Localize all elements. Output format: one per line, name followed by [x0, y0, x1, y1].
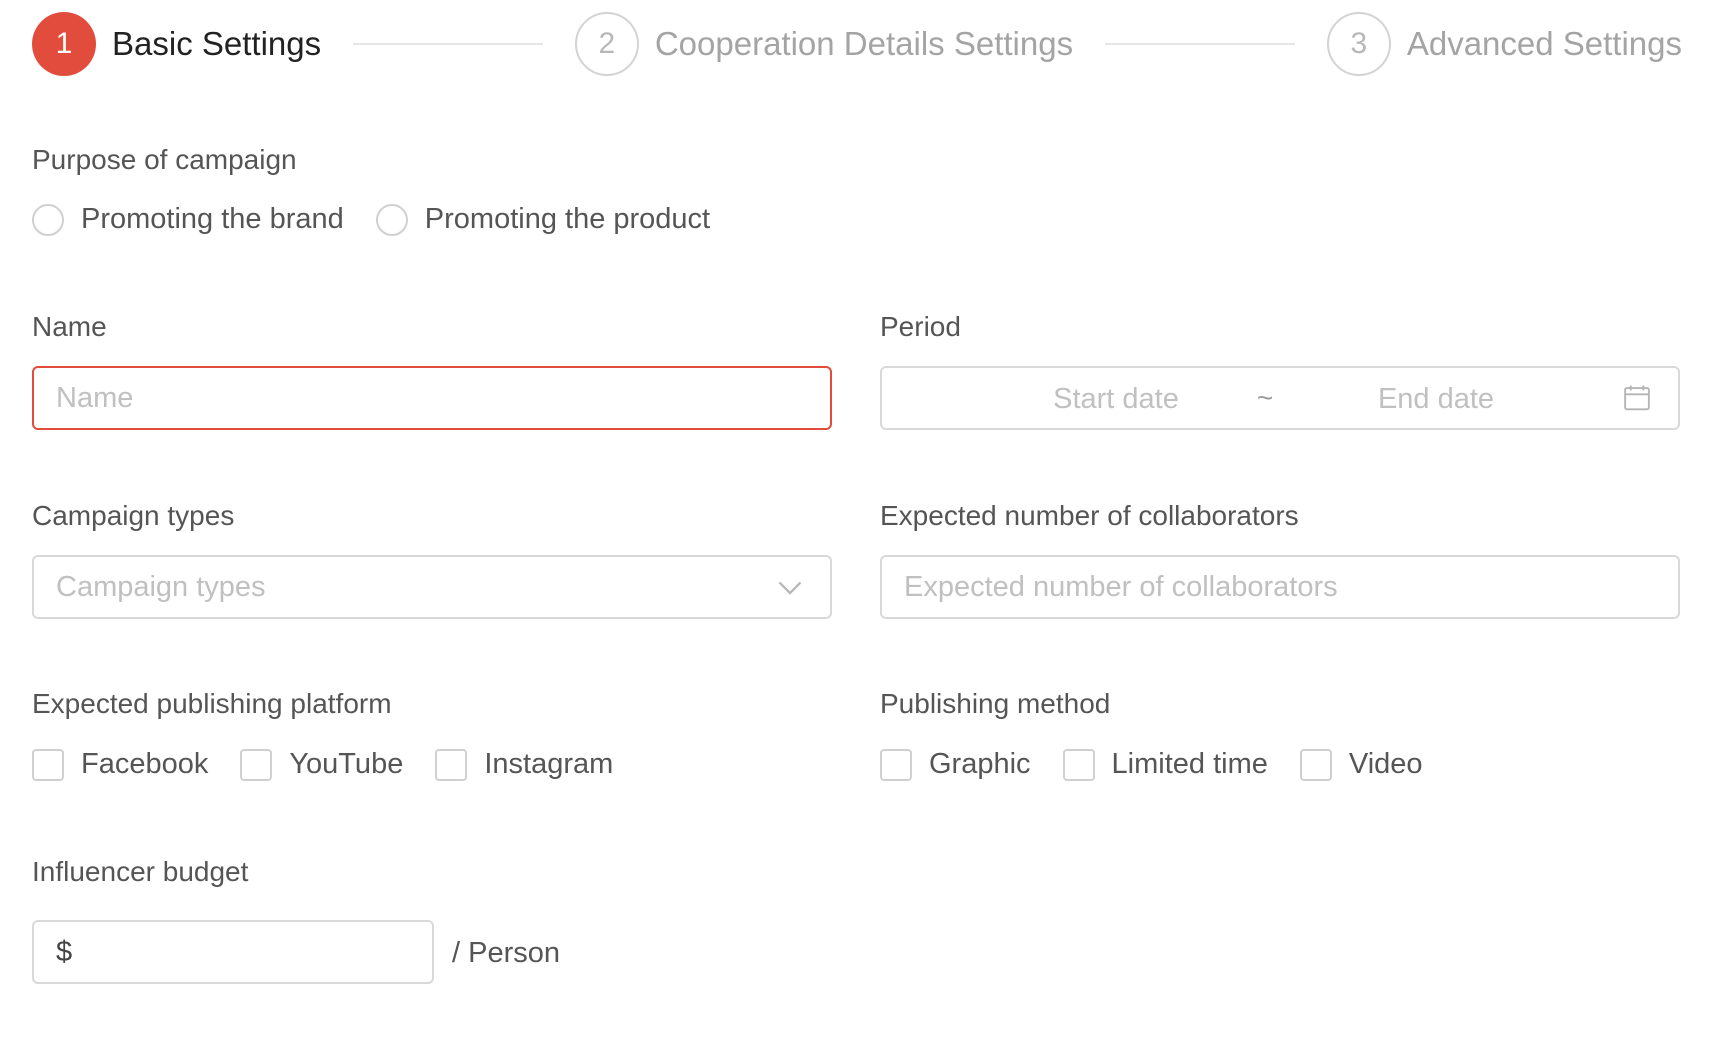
chevron-down-icon	[778, 581, 802, 595]
checkbox-icon[interactable]	[435, 748, 468, 781]
checkbox-label: YouTube	[289, 748, 404, 780]
end-date-input[interactable]: End date	[1302, 383, 1570, 416]
checkbox-icon[interactable]	[1062, 748, 1095, 781]
radio-label: Promoting the product	[424, 203, 711, 235]
step-number-2: 2	[574, 12, 639, 76]
platform-label: Expected publishing platform	[32, 688, 392, 719]
step-basic-settings[interactable]: 1 Basic Settings	[32, 12, 321, 76]
name-label: Name	[32, 311, 107, 342]
checkbox-youtube[interactable]: YouTube	[240, 748, 403, 781]
step-label-basic-settings: Basic Settings	[112, 25, 322, 62]
checkbox-graphic[interactable]: Graphic	[880, 748, 1031, 781]
checkbox-label: Limited time	[1111, 748, 1268, 780]
step-connector	[353, 43, 543, 45]
checkbox-instagram[interactable]: Instagram	[435, 748, 613, 781]
checkbox-icon[interactable]	[880, 748, 912, 781]
name-input-wrapper	[32, 366, 832, 430]
checkbox-video[interactable]: Video	[1299, 748, 1423, 781]
radio-label: Promoting the brand	[81, 203, 344, 235]
budget-suffix: / Person	[452, 937, 560, 969]
step-number-3: 3	[1326, 12, 1391, 76]
step-number-1: 1	[32, 12, 96, 76]
checkbox-icon[interactable]	[32, 748, 64, 781]
checkbox-label: Video	[1348, 748, 1423, 780]
step-label-cooperation-details: Cooperation Details Settings	[654, 25, 1074, 62]
checkbox-limited-time[interactable]: Limited time	[1062, 748, 1268, 781]
step-cooperation-details[interactable]: 2 Cooperation Details Settings	[574, 12, 1074, 76]
name-input[interactable]	[34, 368, 830, 428]
purpose-label: Purpose of campaign	[32, 144, 297, 175]
platform-checkbox-group: Facebook YouTube Instagram	[32, 748, 645, 781]
stepper: 1 Basic Settings 2 Cooperation Details S…	[32, 12, 1682, 76]
method-checkbox-group: Graphic Limited time Video	[880, 748, 1455, 781]
campaign-types-select[interactable]: Campaign types	[32, 555, 832, 619]
step-label-advanced-settings: Advanced Settings	[1406, 25, 1683, 62]
radio-promoting-product[interactable]: Promoting the product	[375, 203, 711, 236]
checkbox-label: Graphic	[929, 748, 1031, 780]
checkbox-icon[interactable]	[1299, 748, 1332, 781]
budget-input[interactable]	[72, 922, 432, 982]
date-separator: ~	[1256, 382, 1274, 413]
radio-promoting-brand[interactable]: Promoting the brand	[32, 203, 344, 236]
campaign-types-placeholder: Campaign types	[56, 570, 266, 603]
purpose-radio-group: Promoting the brand Promoting the produc…	[32, 203, 742, 236]
period-range-picker[interactable]: Start date ~ End date	[880, 366, 1680, 430]
calendar-icon	[1624, 385, 1650, 411]
step-advanced-settings[interactable]: 3 Advanced Settings	[1326, 12, 1683, 76]
checkbox-icon[interactable]	[240, 748, 273, 781]
checkbox-label: Instagram	[484, 748, 614, 780]
collaborators-input[interactable]	[882, 557, 1678, 617]
radio-circle-icon[interactable]	[375, 203, 408, 236]
period-label: Period	[880, 311, 961, 342]
collaborators-input-wrapper	[880, 555, 1680, 619]
method-label: Publishing method	[880, 688, 1111, 719]
step-connector	[1105, 43, 1295, 45]
currency-prefix: $	[56, 935, 73, 968]
radio-circle-icon[interactable]	[32, 203, 64, 236]
campaign-types-label: Campaign types	[32, 500, 235, 531]
budget-input-wrapper: $	[32, 920, 434, 984]
collaborators-label: Expected number of collaborators	[880, 500, 1299, 531]
budget-label: Influencer budget	[32, 856, 249, 887]
checkbox-label: Facebook	[81, 748, 209, 780]
start-date-input[interactable]: Start date	[982, 383, 1250, 416]
checkbox-facebook[interactable]: Facebook	[32, 748, 208, 781]
